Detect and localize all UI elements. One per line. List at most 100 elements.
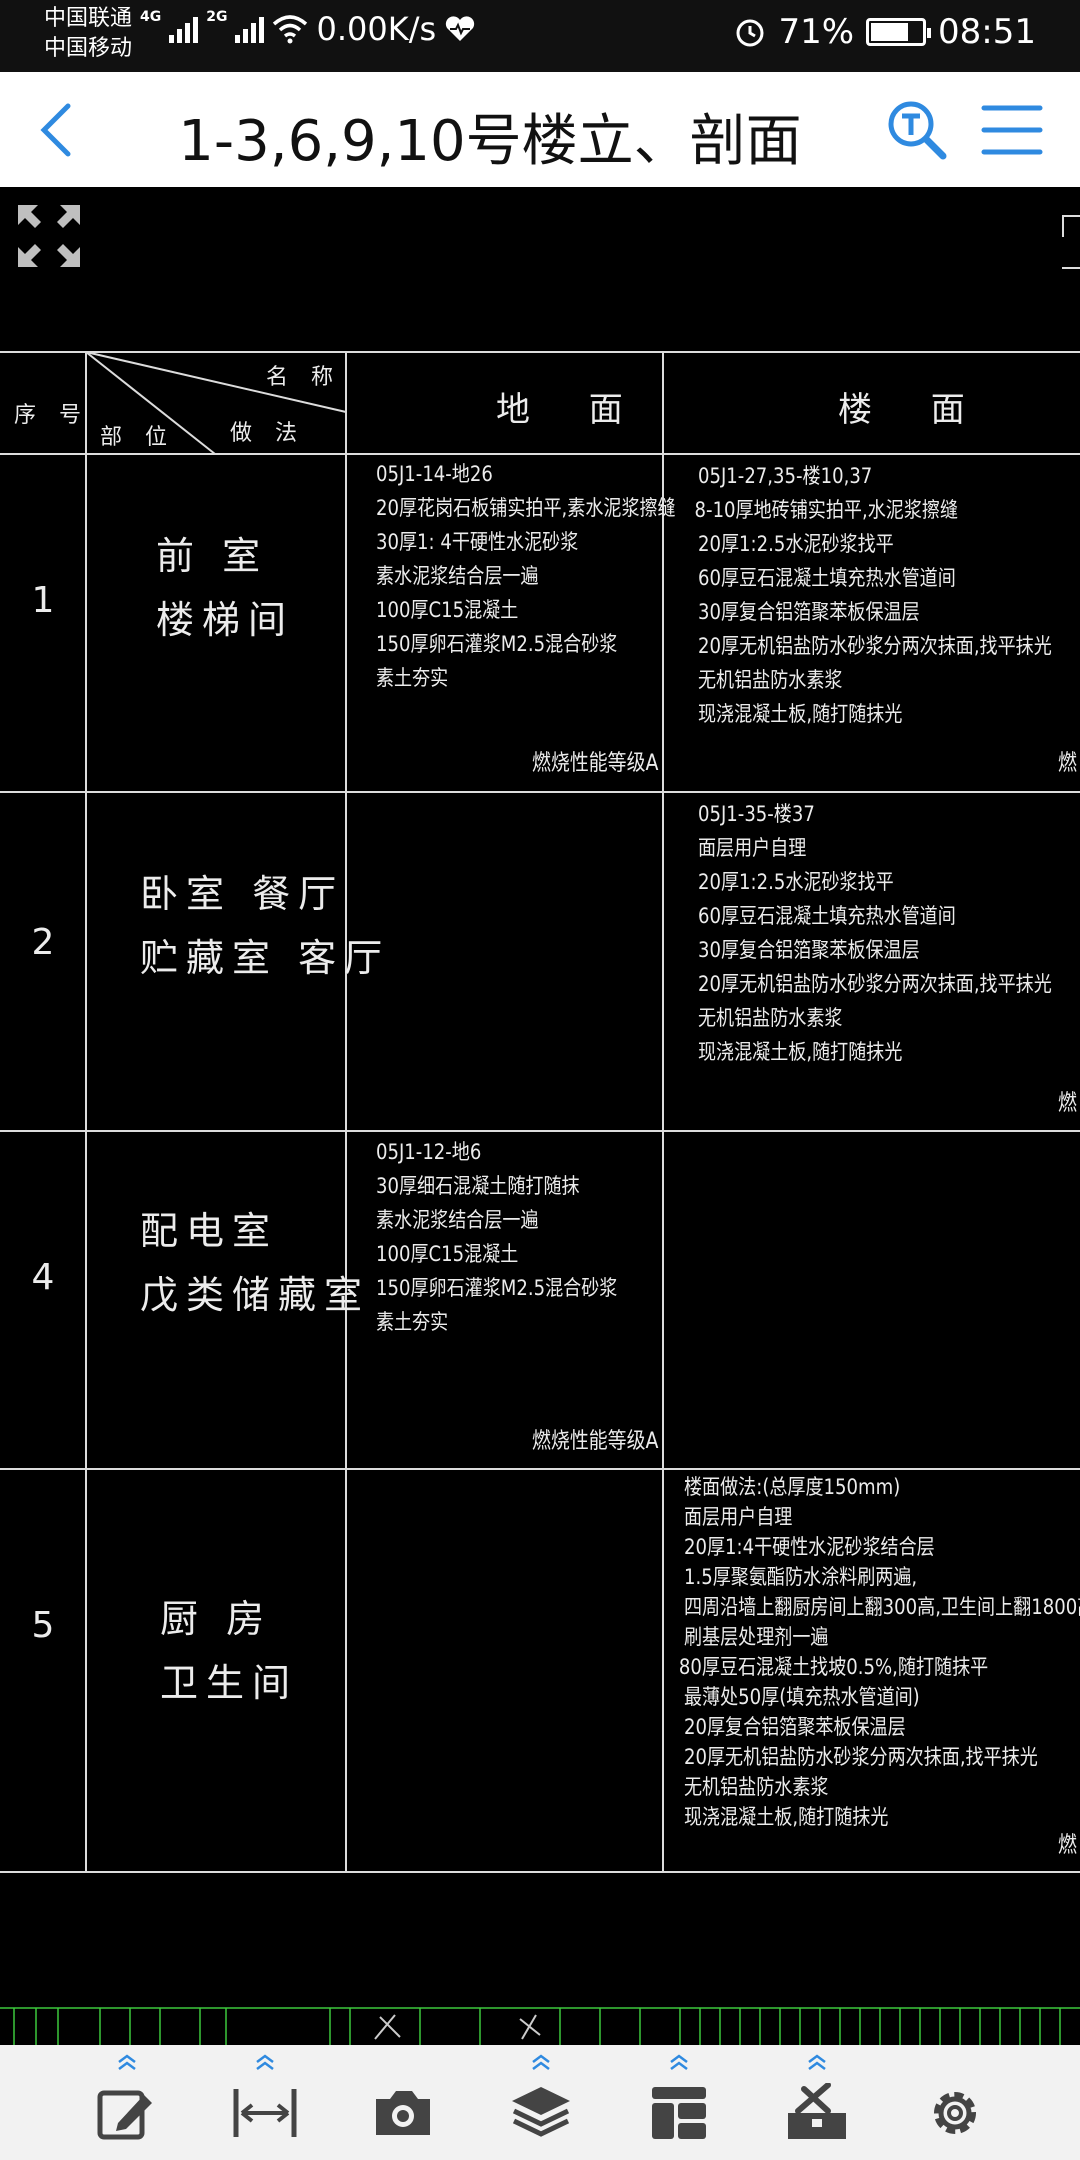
battery-percent: 71%: [778, 12, 855, 52]
method-line: 05J1-27,35-楼10,37: [698, 464, 873, 488]
carrier-info: 中国联通 中国移动: [44, 4, 132, 64]
method-line: 现浇混凝土板,随打随抹光: [698, 702, 903, 726]
method-line: 20厚无机铝盐防水砂浆分两次抹面,找平抹光: [684, 1745, 1038, 1769]
row-4-ground-method: 05J1-12-地6 30厚细石混凝土随打随抹 素水泥浆结合层一遍 100厚C1…: [376, 1135, 617, 1339]
method-line: 80厚豆石混凝土找坡0.5%,随打随抹平: [678, 1655, 989, 1679]
method-line: 无机铝盐防水素浆: [684, 1775, 829, 1799]
method-line: 150厚卵石灌浆M2.5混合砂浆: [376, 632, 618, 656]
header-name: 名 称: [266, 365, 341, 390]
method-line: 四周沿墙上翻厨房间上翻300高,卫生间上翻1800高,刷: [684, 1595, 1080, 1619]
menu-icon[interactable]: [980, 102, 1044, 158]
annotate-button[interactable]: [72, 2053, 182, 2157]
row-2-floor-rating: 燃: [1058, 1091, 1077, 1116]
method-line: 面层用户自理: [698, 836, 807, 860]
method-line: 30厚复合铝箔聚苯板保温层: [698, 938, 920, 962]
method-line: 无机铝盐防水素浆: [698, 1006, 843, 1030]
back-icon[interactable]: [28, 98, 88, 162]
row-2-part-line: 卧室 餐厅: [140, 872, 345, 916]
row-2-floor-method: 05J1-35-楼37 面层用户自理 20厚1:2.5水泥砂浆找平 60厚豆石混…: [698, 797, 1052, 1069]
method-line: 05J1-35-楼37: [698, 802, 815, 826]
method-line: 1.5厚聚氨酯防水涂料刷两遍,: [684, 1565, 918, 1589]
method-line: 20厚复合铝箔聚苯板保温层: [684, 1715, 906, 1739]
method-line: 20厚1:2.5水泥砂浆找平: [698, 532, 894, 556]
method-line: 素水泥浆结合层一遍: [376, 1208, 539, 1232]
row-4-part-line: 戊类储藏室: [140, 1273, 371, 1317]
row-1-part-line: 前 室: [156, 534, 269, 578]
method-line: 60厚豆石混凝土填充热水管道间: [698, 566, 956, 590]
toolbox-button[interactable]: [762, 2053, 872, 2157]
row-2-part: 卧室 餐厅 贮藏室 客厅: [140, 862, 390, 990]
carrier-1: 中国联通: [44, 6, 133, 31]
method-line: 05J1-12-地6: [376, 1140, 482, 1164]
heart-icon: [446, 16, 475, 41]
toolbox-icon: [788, 2083, 846, 2139]
chevron-up-icon: [118, 2054, 136, 2070]
drawing-canvas[interactable]: 序 号 名 称 部 位 做 法 地 面 楼 面 1 前 室 楼梯间 05J1-1…: [0, 187, 1080, 2045]
row-5-number: 5: [31, 1605, 55, 1646]
network-2g-label: 2G: [206, 9, 228, 25]
network-indicators: 4G 2G 0.00K/s: [140, 9, 476, 48]
signal-1-icon: [169, 15, 199, 43]
header-seq: 序 号: [14, 403, 89, 428]
method-line: 8-10厚地砖铺实拍平,水泥浆擦缝: [694, 498, 959, 522]
method-line: 05J1-14-地26: [376, 462, 493, 486]
method-line: 现浇混凝土板,随打随抹光: [698, 1040, 903, 1064]
header-ground: 地 面: [496, 390, 647, 430]
layers-button[interactable]: [486, 2053, 596, 2157]
method-line: 100厚C15混凝土: [376, 598, 519, 622]
row-5-part-line: 厨 房: [160, 1597, 273, 1641]
method-line: 60厚豆石混凝土填充热水管道间: [698, 904, 956, 928]
method-line: 30厚复合铝箔聚苯板保温层: [698, 600, 920, 624]
network-4g-label: 4G: [140, 9, 162, 25]
text-search-icon[interactable]: [885, 98, 949, 162]
status-right: 71% 08:51: [734, 12, 1036, 52]
header-part: 部 位: [100, 425, 175, 450]
method-line: 20厚无机铝盐防水砂浆分两次抹面,找平抹光: [698, 972, 1052, 996]
annotate-icon: [97, 2090, 152, 2140]
measure-button[interactable]: [210, 2053, 320, 2157]
row-1-ground-method: 05J1-14-地26 20厚花岗石板铺实拍平,素水泥浆擦缝 30厚1: 4干硬…: [376, 457, 676, 695]
row-4-part-line: 配电室: [140, 1209, 279, 1253]
row-4-number: 4: [31, 1257, 55, 1298]
camera-button[interactable]: [348, 2053, 458, 2157]
method-line: 面层用户自理: [684, 1505, 793, 1529]
page-title: 1-3,6,9,10号楼立、剖面: [178, 109, 802, 174]
camera-icon: [376, 2091, 430, 2135]
method-line: 150厚卵石灌浆M2.5混合砂浆: [376, 1276, 618, 1300]
drawing-title-block: [0, 2007, 1080, 2045]
layout-icon: [652, 2087, 706, 2139]
header-method: 做 法: [230, 421, 305, 446]
settings-icon: [934, 2092, 976, 2134]
settings-button[interactable]: [900, 2053, 1010, 2157]
row-1-floor-method: 05J1-27,35-楼10,37 8-10厚地砖铺实拍平,水泥浆擦缝 20厚1…: [694, 459, 1052, 731]
layout-button[interactable]: [624, 2053, 734, 2157]
method-line: 素土夯实: [376, 1310, 449, 1334]
row-1-floor-rating: 燃: [1058, 751, 1077, 776]
chevron-up-icon: [670, 2054, 688, 2070]
alarm-icon: [736, 19, 764, 47]
method-line: 100厚C15混凝土: [376, 1242, 519, 1266]
row-5-part-line: 卫生间: [160, 1661, 299, 1705]
method-line: 素土夯实: [376, 666, 449, 690]
app-header: 1-3,6,9,10号楼立、剖面: [0, 72, 1080, 187]
chevron-up-icon: [256, 2054, 274, 2070]
method-line: 20厚花岗石板铺实拍平,素水泥浆擦缝: [376, 496, 676, 520]
row-1-number: 1: [31, 580, 55, 621]
chevron-up-icon: [532, 2054, 550, 2070]
method-line: 30厚细石混凝土随打随抹: [376, 1174, 580, 1198]
method-line: 20厚无机铝盐防水砂浆分两次抹面,找平抹光: [698, 634, 1052, 658]
row-5-floor-method: 楼面做法:(总厚度150mm) 面层用户自理 20厚1:4干硬性水泥砂浆结合层 …: [679, 1472, 1080, 1832]
status-bar: 中国联通 中国移动 4G 2G 0.00K/s 71% 08:51: [0, 0, 1080, 72]
header-floor: 楼 面: [838, 390, 989, 430]
method-line: 无机铝盐防水素浆: [698, 668, 843, 692]
method-line: 楼面做法:(总厚度150mm): [684, 1475, 901, 1499]
measure-icon: [233, 2089, 297, 2137]
method-line: 现浇混凝土板,随打随抹光: [684, 1805, 889, 1829]
method-line: 30厚1: 4干硬性水泥砂浆: [376, 530, 579, 554]
method-line: 刷基层处理剂一遍: [684, 1625, 829, 1649]
chevron-up-icon: [808, 2054, 826, 2070]
bottom-toolbar: [0, 2045, 1080, 2160]
row-2-number: 2: [31, 922, 55, 963]
method-line: 20厚1:4干硬性水泥砂浆结合层: [684, 1535, 935, 1559]
row-1-ground-rating: 燃烧性能等级A: [532, 751, 659, 776]
